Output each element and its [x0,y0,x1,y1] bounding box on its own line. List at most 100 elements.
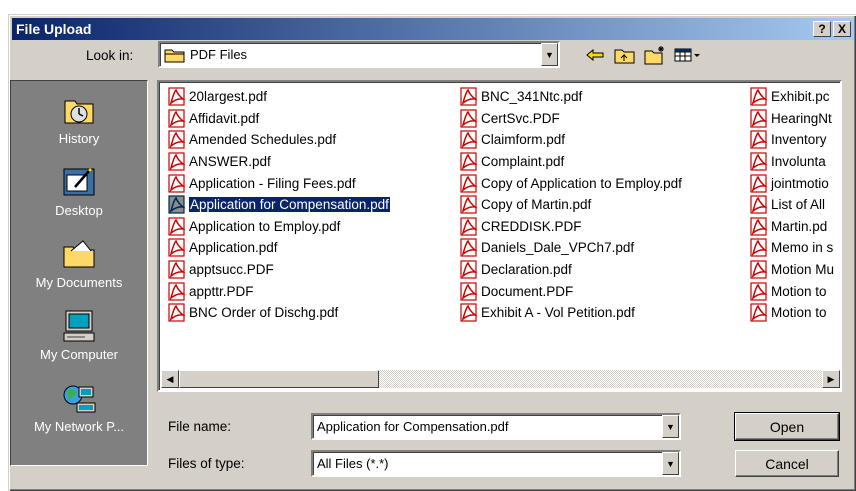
folder-icon [164,49,185,62]
pdf-icon [460,238,478,258]
pdf-icon [460,195,478,214]
file-list[interactable]: 20largest.pdf Affidavit.pdf Amended Sche… [157,80,842,392]
scroll-left-icon[interactable]: ◀ [161,370,179,388]
file-item[interactable]: Motion to [749,302,834,324]
file-type-dropdown[interactable]: All Files (*.*) ▼ [311,450,681,477]
place-label: Desktop [55,203,103,218]
chevron-down-icon[interactable]: ▼ [662,452,679,475]
file-item[interactable]: Inventory [749,129,834,151]
file-item[interactable]: apptsucc.PDF [167,259,390,281]
pdf-icon [168,195,186,214]
title-bar[interactable]: File Upload ? X [12,18,854,40]
file-item[interactable]: Memo in s [749,237,834,259]
file-item[interactable]: Exhibit.pc [749,86,834,108]
file-type-label: Files of type: [168,456,245,471]
place-history[interactable]: History [11,93,147,146]
history-icon [64,100,94,124]
pdf-icon [460,130,478,150]
up-folder-icon[interactable] [613,44,637,66]
file-item[interactable]: CREDDISK.PDF [459,216,682,238]
pdf-icon [168,130,186,150]
dialog-title: File Upload [16,21,92,37]
pdf-icon [460,174,478,193]
file-item[interactable]: Involunta [749,151,834,173]
places-bar: History Desktop My Documents My Computer [10,80,148,466]
file-item[interactable]: ANSWER.pdf [167,151,390,173]
file-item[interactable]: Motion to [749,280,834,302]
file-item[interactable]: BNC Order of Dischg.pdf [167,302,390,324]
file-name-input[interactable]: Application for Compensation.pdf ▼ [311,413,681,440]
pdf-icon [750,109,768,128]
scroll-thumb[interactable] [179,370,379,388]
help-button[interactable]: ? [813,21,831,37]
computer-icon [63,310,95,342]
open-button[interactable]: Open [734,412,840,441]
file-item[interactable]: Daniels_Dale_VPCh7.pdf [459,237,682,259]
file-item[interactable]: Application.pdf [167,237,390,259]
file-item[interactable]: Claimform.pdf [459,129,682,151]
file-item[interactable]: BNC_341Ntc.pdf [459,86,682,108]
file-item[interactable]: 20largest.pdf [167,86,390,108]
file-item-selected[interactable]: Application for Compensation.pdf [167,194,391,216]
chevron-down-icon[interactable]: ▼ [541,43,558,66]
file-name-label: File name: [168,419,232,434]
close-button[interactable]: X [833,21,851,37]
pdf-icon [750,282,768,301]
file-type-value: All Files (*.*) [317,456,389,471]
file-item[interactable]: Motion Mu [749,259,834,281]
place-my-documents[interactable]: My Documents [11,237,147,290]
file-item[interactable]: Application - Filing Fees.pdf [167,172,390,194]
scroll-right-icon[interactable]: ▶ [822,370,840,388]
file-column-1: 20largest.pdf Affidavit.pdf Amended Sche… [167,86,391,324]
back-icon[interactable] [583,44,607,66]
file-item[interactable]: CertSvc.PDF [459,108,682,130]
file-item[interactable]: Complaint.pdf [459,151,682,173]
pdf-icon [460,217,478,236]
file-item[interactable]: appttr.PDF [167,280,390,302]
file-item[interactable]: Declaration.pdf [459,259,682,281]
place-my-computer[interactable]: My Computer [11,309,147,362]
horizontal-scrollbar[interactable]: ◀ ▶ [161,370,840,388]
pdf-icon [750,303,768,322]
pdf-icon [168,152,186,171]
pdf-icon [750,174,768,193]
file-item[interactable]: Affidavit.pdf [167,108,390,130]
chevron-down-icon[interactable]: ▼ [662,415,679,438]
file-item[interactable]: Document.PDF [459,280,682,302]
file-column-3: Exhibit.pc HearingNt Inventory Involunta… [749,86,834,324]
pdf-icon [460,260,478,279]
look-in-value: PDF Files [190,47,248,62]
place-label: My Computer [39,347,119,362]
file-item[interactable]: List of All [749,194,834,216]
pdf-icon [168,238,186,258]
file-item[interactable]: Copy of Martin.pdf [459,194,682,216]
cancel-button[interactable]: Cancel [735,450,839,477]
file-column-2: BNC_341Ntc.pdf CertSvc.PDF Claimform.pdf… [459,86,682,324]
file-item[interactable]: Application to Employ.pdf [167,216,390,238]
pdf-icon [750,260,768,279]
file-item[interactable]: HearingNt [749,108,834,130]
pdf-icon [460,282,478,301]
desktop-icon [63,168,95,196]
file-item[interactable]: jointmotio [749,172,834,194]
place-my-network[interactable]: My Network P... [11,381,147,434]
file-item[interactable]: Copy of Application to Employ.pdf [459,172,682,194]
place-desktop[interactable]: Desktop [11,165,147,218]
pdf-icon [460,152,478,171]
pdf-icon [168,109,186,128]
file-item[interactable]: Martin.pd [749,216,834,238]
pdf-icon [460,109,478,128]
file-item[interactable]: Amended Schedules.pdf [167,129,390,151]
pdf-icon [750,195,768,214]
pdf-icon [168,282,186,301]
file-item[interactable]: Exhibit A - Vol Petition.pdf [459,302,682,324]
pdf-icon [168,303,186,322]
look-in-label: Look in: [86,48,134,63]
file-name-value[interactable]: Application for Compensation.pdf [313,419,662,434]
pdf-icon [750,152,768,171]
new-folder-icon[interactable] [643,44,667,66]
pdf-icon [750,130,768,150]
look-in-dropdown[interactable]: PDF Files ▼ [158,41,560,68]
view-menu-icon[interactable] [673,44,703,66]
pdf-icon [168,217,186,236]
